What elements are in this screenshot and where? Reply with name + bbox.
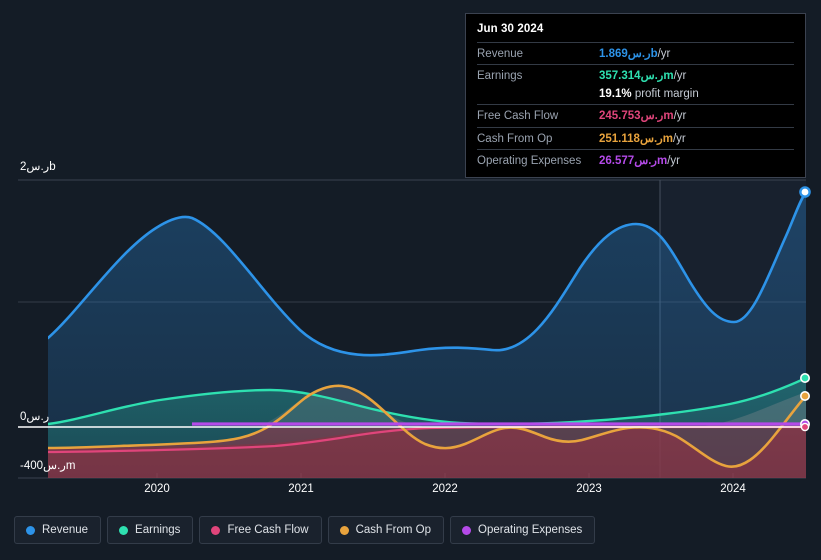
tooltip-value-cash-from-op: 251.118ر.سm	[599, 132, 673, 145]
legend-label-free-cash-flow: Free Cash Flow	[227, 524, 309, 536]
legend-item-earnings[interactable]: Earnings	[107, 516, 194, 544]
tooltip-row-profit-margin: 19.1% profit margin	[477, 87, 794, 104]
legend-label-cash-from-op: Cash From Op	[355, 524, 432, 536]
legend-dot-cash-from-op	[339, 525, 349, 535]
tooltip-unit-operating-expenses: /yr	[667, 154, 680, 167]
legend-dot-revenue	[26, 525, 35, 535]
tooltip-row-free-cash-flow: Free Cash Flow 245.753ر.سm/yr	[477, 104, 794, 126]
tooltip-label-profit-margin-text: profit margin	[634, 87, 699, 100]
y-axis-label-bottom: -400ر.سm	[20, 460, 76, 472]
tooltip-label-revenue: Revenue	[477, 48, 524, 60]
tooltip-value-free-cash-flow: 245.753ر.سm	[599, 110, 674, 123]
tooltip-unit-earnings: /yr	[673, 70, 687, 83]
marker-free-cash-flow	[800, 422, 810, 432]
legend-dot-free-cash-flow	[211, 525, 221, 535]
tooltip-date: Jun 30 2024	[477, 23, 544, 35]
tooltip-label-earnings: Earnings	[477, 70, 523, 83]
tooltip-label-free-cash-flow: Free Cash Flow	[477, 110, 559, 123]
x-axis-label-2024: 2024	[720, 483, 746, 495]
tooltip-value-revenue: 1.869ر.سb	[599, 48, 658, 60]
chart-tooltip: Jun 30 2024 Revenue 1.869ر.سb/yr Earning…	[465, 13, 806, 179]
marker-earnings	[799, 372, 810, 383]
x-axis-label-2023: 2023	[576, 483, 602, 495]
tooltip-value-operating-expenses: 26.577ر.سm	[599, 154, 668, 167]
tooltip-row-operating-expenses: Operating Expenses 26.577ر.سm/yr	[477, 148, 794, 171]
tooltip-value-earnings: 357.314ر.سm	[599, 70, 674, 83]
legend-item-free-cash-flow[interactable]: Free Cash Flow	[199, 516, 322, 544]
legend-dot-earnings	[119, 525, 129, 535]
y-axis-label-top: 2ر.سb	[20, 161, 56, 173]
legend-dot-operating-expenses	[462, 525, 472, 535]
tooltip-row-revenue: Revenue 1.869ر.سb/yr	[477, 42, 794, 64]
x-axis-label-2022: 2022	[432, 483, 458, 495]
legend-label-operating-expenses: Operating Expenses	[478, 524, 583, 536]
tooltip-unit-cash-from-op: /yr	[672, 132, 686, 145]
x-axis-label-2020: 2020	[144, 483, 170, 495]
financial-chart: 2ر.سb 0ر.س -400ر.سm 2020 2021 2022 2023 …	[0, 0, 821, 560]
tooltip-unit-revenue: /yr	[657, 48, 671, 60]
marker-cash-from-op	[799, 390, 810, 401]
tooltip-row-earnings: Earnings 357.314ر.سm/yr	[477, 64, 794, 86]
tooltip-unit-free-cash-flow: /yr	[673, 110, 687, 123]
y-axis-label-zero: 0ر.س	[20, 411, 50, 423]
chart-legend: Revenue Earnings Free Cash Flow Cash Fro…	[14, 516, 596, 544]
tooltip-label-operating-expenses: Operating Expenses	[477, 154, 582, 167]
legend-label-earnings: Earnings	[135, 524, 181, 536]
legend-item-revenue[interactable]: Revenue	[14, 516, 102, 544]
legend-item-cash-from-op[interactable]: Cash From Op	[327, 516, 445, 544]
x-axis-label-2021: 2021	[288, 483, 314, 495]
tooltip-row-cash-from-op: Cash From Op 251.118ر.سm/yr	[477, 126, 794, 149]
legend-item-operating-expenses[interactable]: Operating Expenses	[450, 516, 596, 544]
marker-revenue	[799, 186, 811, 198]
tooltip-value-profit-margin: 19.1%	[599, 87, 632, 100]
tooltip-label-cash-from-op: Cash From Op	[477, 132, 553, 145]
legend-label-revenue: Revenue	[42, 524, 89, 536]
